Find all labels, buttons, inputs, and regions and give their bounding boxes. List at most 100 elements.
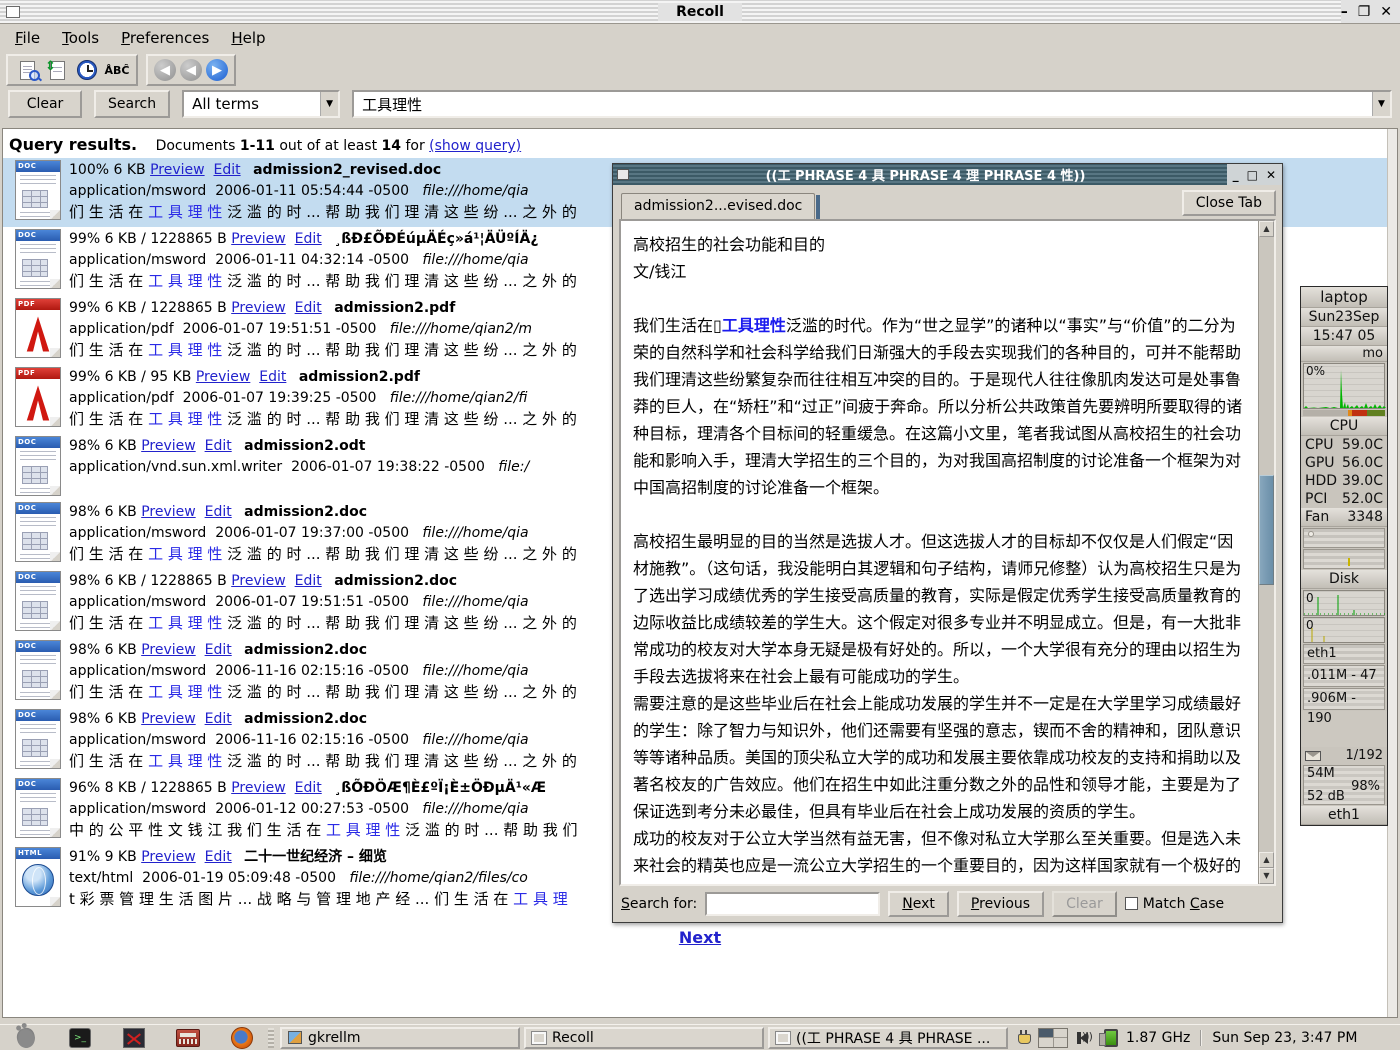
preview-window-title: ((工 PHRASE 4 具 PHRASE 4 理 PHRASE 4 性)) bbox=[613, 165, 1238, 184]
preview-link[interactable]: Preview bbox=[231, 231, 286, 247]
file-type-icon: DOC bbox=[7, 709, 69, 772]
edit-link[interactable]: Edit bbox=[214, 162, 241, 178]
find-clear-button[interactable]: Clear bbox=[1052, 891, 1117, 917]
edit-link[interactable]: Edit bbox=[205, 642, 232, 658]
result-url: file:///home/qia bbox=[422, 525, 528, 541]
find-previous-button[interactable]: Previous bbox=[957, 891, 1044, 917]
edit-link[interactable]: Edit bbox=[259, 369, 286, 385]
net-rx-row: .011M - 47 bbox=[1303, 665, 1385, 687]
preview-link[interactable]: Preview bbox=[231, 300, 286, 316]
scroll-up-icon[interactable]: ▲ bbox=[1259, 852, 1274, 868]
result-percent: 98% bbox=[69, 642, 100, 658]
doc-paragraph-1: 我们生活在▯工具理性泛滥的时代。作为“世之显学”的诸种以“事实”与“价值”的二分… bbox=[633, 312, 1246, 501]
prev-page-icon[interactable]: ◀ bbox=[154, 59, 176, 81]
tab-accent bbox=[816, 195, 820, 219]
minimize-icon[interactable]: – bbox=[1341, 5, 1348, 19]
file-band-label: HTML bbox=[16, 848, 60, 859]
preview-link[interactable]: Preview bbox=[141, 849, 196, 865]
gkrellm-monitor[interactable]: laptop Sun23Sep 15:47 05 mo 0% CPU CPU59… bbox=[1300, 286, 1388, 826]
file-type-icon: DOC bbox=[7, 640, 69, 703]
chevron-down-icon[interactable]: ▼ bbox=[320, 92, 338, 116]
preview-link[interactable]: Preview bbox=[196, 369, 251, 385]
preview-link[interactable]: Preview bbox=[141, 504, 196, 520]
volume-icon[interactable] bbox=[1080, 1032, 1088, 1044]
preview-link[interactable]: Preview bbox=[141, 642, 196, 658]
preview-link[interactable]: Preview bbox=[141, 711, 196, 727]
edit-link[interactable]: Edit bbox=[205, 438, 232, 454]
workspace-pager[interactable] bbox=[1038, 1028, 1068, 1048]
result-date: 2006-01-11 05:54:44 -0500 bbox=[215, 183, 409, 199]
scrollbar-thumb[interactable] bbox=[1259, 475, 1274, 585]
term-explorer-icon[interactable]: ÅBĈ bbox=[104, 58, 130, 82]
close-icon[interactable]: ✕ bbox=[1380, 5, 1392, 19]
preview-link[interactable]: Preview bbox=[231, 780, 286, 796]
file-type-icon: DOC bbox=[7, 502, 69, 565]
clear-button[interactable]: Clear bbox=[8, 90, 82, 118]
snippet-term-highlight: 工 具 理 性 bbox=[148, 410, 222, 428]
typewriter-icon[interactable] bbox=[176, 1027, 200, 1049]
find-input[interactable] bbox=[705, 892, 880, 916]
preview-link[interactable]: Preview bbox=[141, 438, 196, 454]
snippet-term-highlight: 工 具 理 性 bbox=[148, 203, 222, 221]
power-plug-icon[interactable] bbox=[1018, 1030, 1030, 1046]
history-icon[interactable] bbox=[74, 58, 100, 82]
snippet-term-highlight: 工 具 理 性 bbox=[148, 614, 222, 632]
gnome-foot-icon[interactable] bbox=[14, 1027, 38, 1049]
mail-row[interactable]: 1/192 bbox=[1301, 747, 1387, 764]
battery-icon[interactable] bbox=[1104, 1029, 1118, 1047]
sort-params-icon[interactable]: ⇕ bbox=[44, 58, 70, 82]
preview-link[interactable]: Preview bbox=[231, 573, 286, 589]
preview-tab[interactable]: admission2...evised.doc bbox=[621, 193, 815, 219]
preview-link[interactable]: Preview bbox=[150, 162, 205, 178]
result-mime: application/msword bbox=[69, 183, 206, 199]
task-button-preview[interactable]: ((工 PHRASE 4 具 PHRASE ... bbox=[768, 1027, 1008, 1049]
close-tab-button[interactable]: Close Tab bbox=[1182, 190, 1276, 216]
preview-titlebar[interactable]: ((工 PHRASE 4 具 PHRASE 4 理 PHRASE 4 性)) _… bbox=[613, 164, 1282, 185]
taskbar-clock[interactable]: Sun Sep 23, 3:47 PM bbox=[1200, 1030, 1365, 1046]
terminal-icon[interactable]: >_ bbox=[68, 1027, 92, 1049]
main-window-titlebar[interactable]: Recoll – ❐ ✕ bbox=[0, 0, 1400, 24]
next-page-icon[interactable]: ▶ bbox=[206, 59, 228, 81]
xkill-icon[interactable] bbox=[122, 1027, 146, 1049]
advanced-search-icon[interactable] bbox=[14, 58, 40, 82]
restore-icon[interactable]: ❐ bbox=[1358, 5, 1371, 19]
search-button[interactable]: Search bbox=[94, 90, 170, 118]
menu-file[interactable]: File bbox=[6, 27, 49, 49]
show-query-link[interactable]: (show query) bbox=[429, 138, 521, 154]
search-mode-select[interactable]: All terms ▼ bbox=[182, 90, 340, 118]
find-next-button[interactable]: Next bbox=[888, 891, 949, 917]
edit-link[interactable]: Edit bbox=[205, 504, 232, 520]
result-snippet: 中 的 公 平 性 文 钱 江 我 们 生 活 在 工 具 理 性 泛 滥 的 … bbox=[69, 820, 578, 841]
edit-link[interactable]: Edit bbox=[295, 780, 322, 796]
result-size: 6 KB bbox=[105, 504, 137, 520]
preview-scrollbar[interactable]: ▲ ▲ ▼ bbox=[1258, 221, 1274, 884]
cpu-krell-strip bbox=[1303, 410, 1385, 416]
scroll-up-icon[interactable]: ▲ bbox=[1259, 221, 1274, 237]
edit-link[interactable]: Edit bbox=[205, 849, 232, 865]
results-scrollbar[interactable] bbox=[1387, 129, 1397, 1017]
query-combobox[interactable]: 工具理性 ▼ bbox=[352, 90, 1392, 118]
menu-tools[interactable]: Tools bbox=[53, 27, 108, 49]
checkbox-icon[interactable] bbox=[1125, 897, 1138, 910]
query-input[interactable]: 工具理性 bbox=[354, 94, 1372, 115]
edit-link[interactable]: Edit bbox=[295, 573, 322, 589]
close-icon[interactable]: ✕ bbox=[1266, 169, 1276, 181]
prev-result-icon[interactable]: ◀ bbox=[180, 59, 202, 81]
result-percent: 98% bbox=[69, 573, 100, 589]
edit-link[interactable]: Edit bbox=[205, 711, 232, 727]
preview-window[interactable]: ((工 PHRASE 4 具 PHRASE 4 理 PHRASE 4 性)) _… bbox=[612, 163, 1283, 923]
firefox-icon[interactable] bbox=[230, 1027, 254, 1049]
taskbar-handle[interactable] bbox=[268, 1028, 274, 1048]
maximize-icon[interactable]: □ bbox=[1247, 169, 1258, 181]
edit-link[interactable]: Edit bbox=[295, 300, 322, 316]
scroll-down-icon[interactable]: ▼ bbox=[1259, 868, 1274, 884]
task-button-recoll[interactable]: Recoll bbox=[524, 1027, 764, 1049]
next-page-link[interactable]: Next bbox=[679, 928, 721, 947]
task-button-gkrellm[interactable]: gkrellm bbox=[280, 1027, 520, 1049]
chevron-down-icon[interactable]: ▼ bbox=[1372, 92, 1390, 116]
preview-document-text[interactable]: 高校招生的社会功能和目的 文/钱江 我们生活在▯工具理性泛滥的时代。作为“世之显… bbox=[621, 221, 1258, 884]
match-case-checkbox[interactable]: Match Case bbox=[1125, 896, 1224, 912]
edit-link[interactable]: Edit bbox=[295, 231, 322, 247]
menu-preferences[interactable]: Preferences bbox=[112, 27, 218, 49]
menu-help[interactable]: Help bbox=[222, 27, 274, 49]
